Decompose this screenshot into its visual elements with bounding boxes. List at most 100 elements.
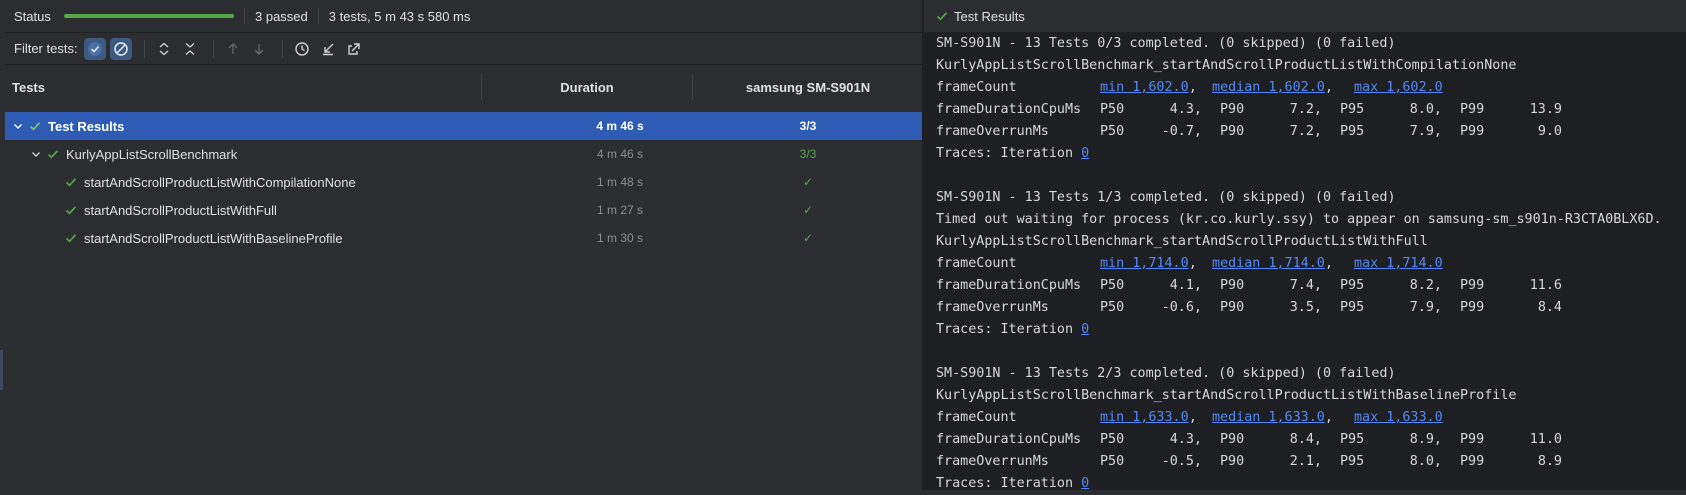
console-text: SM-S901N - 13 Tests 2/3 completed. (0 sk… [936, 366, 1396, 381]
percentile-value: 11.0 [1529, 432, 1562, 447]
metric-link-median[interactable]: median 1,602.0 [1212, 80, 1325, 95]
tree-row-duration: 1 m 27 s [596, 203, 644, 217]
column-divider[interactable] [692, 74, 693, 100]
percentile-label: P99 [1460, 102, 1485, 117]
ignored-icon [113, 41, 128, 56]
run-summary: 3 tests, 5 m 43 s 580 ms [328, 8, 471, 24]
metric-link-median[interactable]: median 1,633.0 [1212, 410, 1325, 425]
tree-row-label: startAndScrollProductListWithFull [84, 202, 277, 218]
metric-cell: max 1,602.0 [1354, 80, 1443, 95]
trace-iteration-link[interactable]: 0 [1081, 146, 1089, 161]
expand-all-icon [159, 42, 169, 55]
percentile-label: P95 [1340, 432, 1365, 447]
metric-cell: max 1,633.0 [1354, 410, 1443, 425]
column-header-tests[interactable]: Tests [12, 80, 45, 95]
check-icon [47, 148, 59, 160]
metric-link-max[interactable]: max 1,714.0 [1354, 256, 1443, 271]
console-metric-line: frameCount min 1,633.0, median 1,633.0, max… [936, 407, 1682, 429]
next-failed-button[interactable] [248, 38, 270, 60]
percentile-label: P50 [1100, 102, 1125, 117]
tree-row-label: KurlyAppListScrollBenchmark [66, 146, 238, 162]
percentile-label: P90 [1220, 432, 1245, 447]
percentile-label: P90 [1220, 300, 1245, 315]
percentile-label: P50 [1100, 454, 1125, 469]
console-output[interactable]: SM-S901N - 13 Tests 0/3 completed. (0 sk… [936, 33, 1682, 495]
percentile-label: P99 [1460, 454, 1485, 469]
trace-iteration-link[interactable]: 0 [1081, 322, 1089, 337]
tests-table-header: Tests Duration samsung SM-S901N [5, 65, 922, 113]
passed-count: 3 passed [255, 8, 308, 24]
output-header: Test Results [924, 0, 1686, 33]
separator [143, 39, 145, 58]
metric-link-min[interactable]: min 1,602.0 [1100, 80, 1189, 95]
check-icon [87, 41, 102, 56]
tests-tree: Test Results 4 m 46 s 3/3 KurlyAppListSc… [5, 112, 922, 252]
percentile-label: P99 [1460, 432, 1485, 447]
test-runner-window: Status 3 passed 3 tests, 5 m 43 s 580 ms… [0, 0, 1686, 491]
tree-row-test[interactable]: startAndScrollProductListWithCompilation… [5, 168, 922, 196]
percentile-label: P90 [1220, 278, 1245, 293]
trace-iteration-link[interactable]: 0 [1081, 476, 1089, 491]
expand-all-button[interactable] [153, 38, 175, 60]
test-history-button[interactable] [291, 38, 313, 60]
column-header-duration[interactable]: Duration [482, 80, 692, 95]
tree-row-label: startAndScrollProductListWithCompilation… [84, 174, 356, 190]
percentile-value: 8.0, [1409, 102, 1442, 117]
percentile-label: P95 [1340, 454, 1365, 469]
metric-link-min[interactable]: min 1,714.0 [1100, 256, 1189, 271]
console-text: KurlyAppListScrollBenchmark_startAndScro… [936, 388, 1517, 403]
collapse-all-button[interactable] [179, 38, 201, 60]
tree-row-duration: 1 m 30 s [596, 231, 644, 245]
console-metric-line: frameCount min 1,602.0, median 1,602.0, max… [936, 77, 1682, 99]
percentile-label: P99 [1460, 300, 1485, 315]
previous-failed-button[interactable] [222, 38, 244, 60]
percentile-value: 7.4, [1289, 278, 1322, 293]
metric-cell: min 1,633.0, [1100, 407, 1212, 429]
percentile-value: 8.4, [1289, 432, 1322, 447]
tree-row-test-results[interactable]: Test Results 4 m 46 s 3/3 [5, 112, 922, 140]
console-metric-line: frameOverrunMs P50 -0.5, P90 2.1, P95 8.0, P99 8… [936, 451, 1682, 473]
console-warning-line: Timed out waiting for process (kr.co.kur… [936, 209, 1682, 231]
tree-row-test[interactable]: startAndScrollProductListWithBaselinePro… [5, 224, 922, 252]
console-metric-line: frameDurationCpuMs P50 4.3, P90 7.2, P95 8.0, P… [936, 99, 1682, 121]
percentile-label: P95 [1340, 300, 1365, 315]
metric-link-min[interactable]: min 1,633.0 [1100, 410, 1189, 425]
show-ignored-toggle[interactable] [109, 37, 132, 60]
show-passed-toggle[interactable] [83, 37, 106, 60]
arrow-down-icon [254, 43, 264, 55]
separator [317, 8, 319, 24]
metric-link-max[interactable]: max 1,602.0 [1354, 80, 1443, 95]
console-text: Traces: Iteration [936, 476, 1082, 491]
metric-name: frameDurationCpuMs [936, 278, 1082, 293]
tree-row-result: 3/3 [799, 147, 817, 161]
console-metric-line: frameOverrunMs P50 -0.6, P90 3.5, P95 7.9, P99 8… [936, 297, 1682, 319]
chevron-down-icon[interactable] [30, 148, 42, 160]
metric-name: frameOverrunMs [936, 124, 1049, 139]
filter-label: Filter tests: [14, 41, 78, 56]
console-text: Timed out waiting for process (kr.co.kur… [936, 212, 1662, 227]
percentile-value: -0.7, [1161, 124, 1202, 139]
percentile-value: 8.4 [1537, 300, 1562, 315]
tree-row-duration: 4 m 46 s [596, 119, 644, 133]
export-tests-button[interactable] [343, 38, 365, 60]
clock-icon [294, 41, 309, 56]
tree-row-label: startAndScrollProductListWithBaselinePro… [84, 230, 343, 246]
percentile-value: 8.2, [1409, 278, 1442, 293]
metric-link-max[interactable]: max 1,633.0 [1354, 410, 1443, 425]
tree-row-suite[interactable]: KurlyAppListScrollBenchmark 4 m 46 s 3/3 [5, 140, 922, 168]
column-header-device[interactable]: samsung SM-S901N [694, 80, 922, 95]
progress-fill [64, 14, 234, 18]
percentile-value: -0.5, [1161, 454, 1202, 469]
chevron-down-icon[interactable] [12, 120, 24, 132]
metric-link-median[interactable]: median 1,714.0 [1212, 256, 1325, 271]
percentile-label: P99 [1460, 278, 1485, 293]
percentile-label: P90 [1220, 102, 1245, 117]
percentile-value: 2.1, [1289, 454, 1322, 469]
percentile-label: P90 [1220, 124, 1245, 139]
import-tests-button[interactable] [317, 38, 339, 60]
percentile-value: 13.9 [1529, 102, 1562, 117]
metric-cell: min 1,714.0, [1100, 253, 1212, 275]
tree-row-test[interactable]: startAndScrollProductListWithFull 1 m 27… [5, 196, 922, 224]
percentile-label: P50 [1100, 300, 1125, 315]
percentile-value: 8.9 [1537, 454, 1562, 469]
